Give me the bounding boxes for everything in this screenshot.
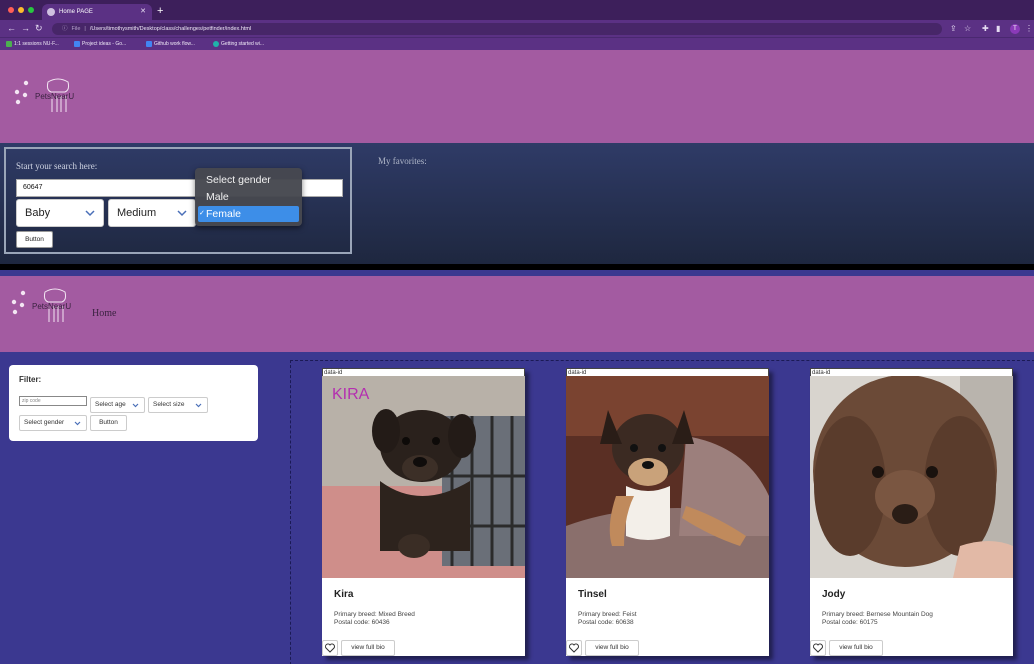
close-window-dot[interactable] <box>8 7 14 13</box>
bookmark-star-icon[interactable]: ☆ <box>964 23 971 34</box>
maximize-window-dot[interactable] <box>28 7 34 13</box>
heart-icon <box>325 643 335 653</box>
pet-photo[interactable]: KIRA <box>322 376 525 578</box>
pet-breed: Primary breed: Bernese Mountain Dog <box>822 611 933 618</box>
share-icon[interactable]: ⇪ <box>950 23 957 34</box>
logo-text: PetsNearU <box>35 92 74 101</box>
chevron-down-icon <box>132 403 139 408</box>
heart-icon <box>813 643 823 653</box>
close-icon[interactable]: ✕ <box>140 4 146 20</box>
profile-avatar[interactable]: T <box>1010 24 1020 34</box>
gender-option[interactable]: Male <box>198 189 299 205</box>
gender-option[interactable]: Select gender <box>198 172 299 188</box>
photo-caption: KIRA <box>332 386 370 403</box>
favorite-button[interactable] <box>322 640 338 656</box>
chevron-down-icon <box>177 210 187 217</box>
gender-select[interactable]: Select gender <box>19 415 87 431</box>
chevron-down-icon <box>74 421 81 426</box>
logo-text: PetsNearU <box>32 302 71 311</box>
pet-card: data-id KIRA Kira Primary breed: Mixed B… <box>322 368 525 656</box>
card-data-id: data-id <box>566 368 769 376</box>
age-select[interactable]: Baby <box>16 199 104 227</box>
bookmark-item[interactable]: 1:1 sessions NU-F... <box>6 40 59 49</box>
favorites-label: My favorites: <box>378 156 427 166</box>
url-text: /Users/timothysmith/Desktop/class/challe… <box>89 26 252 32</box>
url-scheme: File <box>71 26 81 32</box>
gender-option-selected[interactable]: ✓ Female <box>198 206 299 222</box>
heart-icon <box>569 643 579 653</box>
logo[interactable]: PetsNearU <box>9 288 81 326</box>
new-tab-icon[interactable]: + <box>157 4 163 18</box>
filter-title: Filter: <box>19 375 42 384</box>
age-select[interactable]: Select age <box>90 397 145 413</box>
search-button[interactable]: Button <box>16 231 53 248</box>
pet-card: data-id Jody Primary breed: Bernese Moun… <box>810 368 1013 656</box>
bookmark-favicon-icon <box>74 41 80 47</box>
bookmark-favicon-icon <box>146 41 152 47</box>
tab-title: Home PAGE <box>59 9 93 15</box>
size-select[interactable]: Medium <box>108 199 196 227</box>
forward-arrow-icon[interactable]: → <box>21 22 30 34</box>
view-bio-button[interactable]: view full bio <box>829 640 883 656</box>
pet-name: Jody <box>822 589 846 600</box>
browser-tab[interactable]: Home PAGE ✕ <box>42 4 152 20</box>
extensions-icon[interactable]: ✚ <box>982 23 989 34</box>
bookmark-item[interactable]: Github work flow... <box>146 40 195 49</box>
search-section: Start your search here: 60647 Baby Mediu… <box>0 143 1034 264</box>
size-select[interactable]: Select size <box>148 397 208 413</box>
check-icon: ✓ <box>199 210 205 217</box>
bookmark-item[interactable]: Project ideas - Go... <box>74 40 126 49</box>
favorite-button[interactable] <box>566 640 582 656</box>
zip-input[interactable]: zip code <box>19 396 87 406</box>
search-label: Start your search here: <box>16 161 98 171</box>
info-icon: ⓘ <box>62 26 68 32</box>
browser-window: Home PAGE ✕ + ← → ↻ ⓘ File |/Users/timothy… <box>0 0 1034 264</box>
address-bar[interactable]: ⓘ File |/Users/timothysmith/Desktop/class/… <box>52 23 942 35</box>
app-page: PetsNearU Home Filter: zip code Select a… <box>0 270 1034 664</box>
bookmark-favicon-icon <box>213 41 219 47</box>
results-container: data-id KIRA Kira Primary breed: Mixed B… <box>290 360 1034 664</box>
chevron-down-icon <box>195 403 202 408</box>
pet-breed: Primary breed: Mixed Breed <box>334 611 415 618</box>
bookmarks-bar: 1:1 sessions NU-F... Project ideas - Go.… <box>0 37 1034 50</box>
site-header: PetsNearU Home <box>0 276 1034 352</box>
pet-breed: Primary breed: Feist <box>578 611 637 618</box>
nav-home-link[interactable]: Home <box>92 308 116 319</box>
minimize-window-dot[interactable] <box>18 7 24 13</box>
bookmark-item[interactable]: Getting started wi... <box>213 40 264 49</box>
logo[interactable]: PetsNearU <box>12 78 84 116</box>
view-bio-button[interactable]: view full bio <box>341 640 395 656</box>
sidebar-icon[interactable]: ▮ <box>996 23 1000 34</box>
gender-dropdown-menu: Select gender Male ✓ Female <box>195 168 302 226</box>
chevron-down-icon <box>85 210 95 217</box>
filter-card: Filter: zip code Select age Select size … <box>9 365 258 441</box>
pet-postal-code: Postal code: 60436 <box>334 619 390 626</box>
bookmark-favicon-icon <box>6 41 12 47</box>
site-header: PetsNearU <box>0 50 1034 143</box>
pet-card: data-id Tinsel Primary breed: Feist Post… <box>566 368 769 656</box>
favorite-button[interactable] <box>810 640 826 656</box>
reload-icon[interactable]: ↻ <box>35 22 43 34</box>
address-toolbar: ← → ↻ ⓘ File |/Users/timothysmith/Desktop/… <box>0 20 1034 37</box>
filter-button[interactable]: Button <box>90 415 127 431</box>
back-arrow-icon[interactable]: ← <box>7 22 16 34</box>
pet-name: Tinsel <box>578 589 607 600</box>
pet-name: Kira <box>334 589 354 600</box>
pet-photo[interactable] <box>566 376 769 578</box>
view-bio-button[interactable]: view full bio <box>585 640 639 656</box>
tab-strip: Home PAGE ✕ + <box>0 0 1034 20</box>
card-data-id: data-id <box>810 368 1013 376</box>
card-data-id: data-id <box>322 368 525 376</box>
pet-postal-code: Postal code: 60638 <box>578 619 634 626</box>
menu-icon[interactable]: ⋮ <box>1025 23 1033 34</box>
pet-postal-code: Postal code: 60175 <box>822 619 878 626</box>
pet-photo[interactable] <box>810 376 1013 578</box>
globe-icon <box>47 8 55 16</box>
